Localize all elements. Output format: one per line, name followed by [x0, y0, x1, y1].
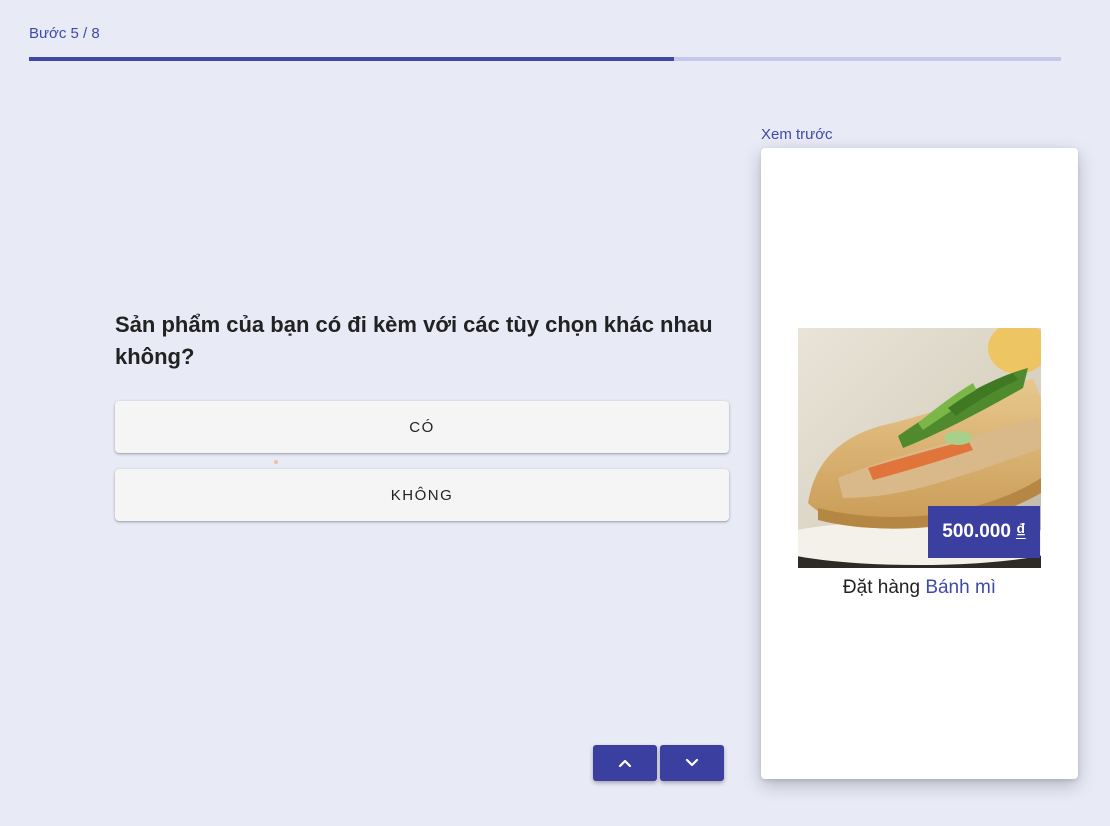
- order-line: Đặt hàng Bánh mì: [761, 577, 1078, 599]
- question-text: Sản phẩm của bạn có đi kèm với các tùy c…: [115, 312, 713, 369]
- step-counter: Bước 5 / 8: [29, 25, 100, 42]
- chevron-up-icon: [618, 759, 632, 768]
- price-currency: ₫: [1015, 521, 1026, 542]
- progress-bar: [29, 57, 1061, 61]
- ripple-dot: [274, 460, 278, 464]
- next-question-button[interactable]: [660, 745, 724, 781]
- chevron-down-icon: [685, 758, 699, 767]
- previous-question-button[interactable]: [593, 745, 657, 781]
- preview-card: 500.000 ₫ Đặt hàng Bánh mì: [761, 148, 1078, 779]
- preview-label: Xem trước: [761, 126, 833, 143]
- answer-yes-button[interactable]: CÓ: [115, 401, 729, 453]
- product-name: Bánh mì: [925, 577, 997, 598]
- price-value: 500.000: [942, 521, 1011, 542]
- answer-no-button[interactable]: KHÔNG: [115, 469, 729, 521]
- order-prefix: Đặt hàng: [842, 577, 921, 598]
- progress-bar-fill: [29, 57, 674, 61]
- price-tag: 500.000 ₫: [928, 506, 1040, 558]
